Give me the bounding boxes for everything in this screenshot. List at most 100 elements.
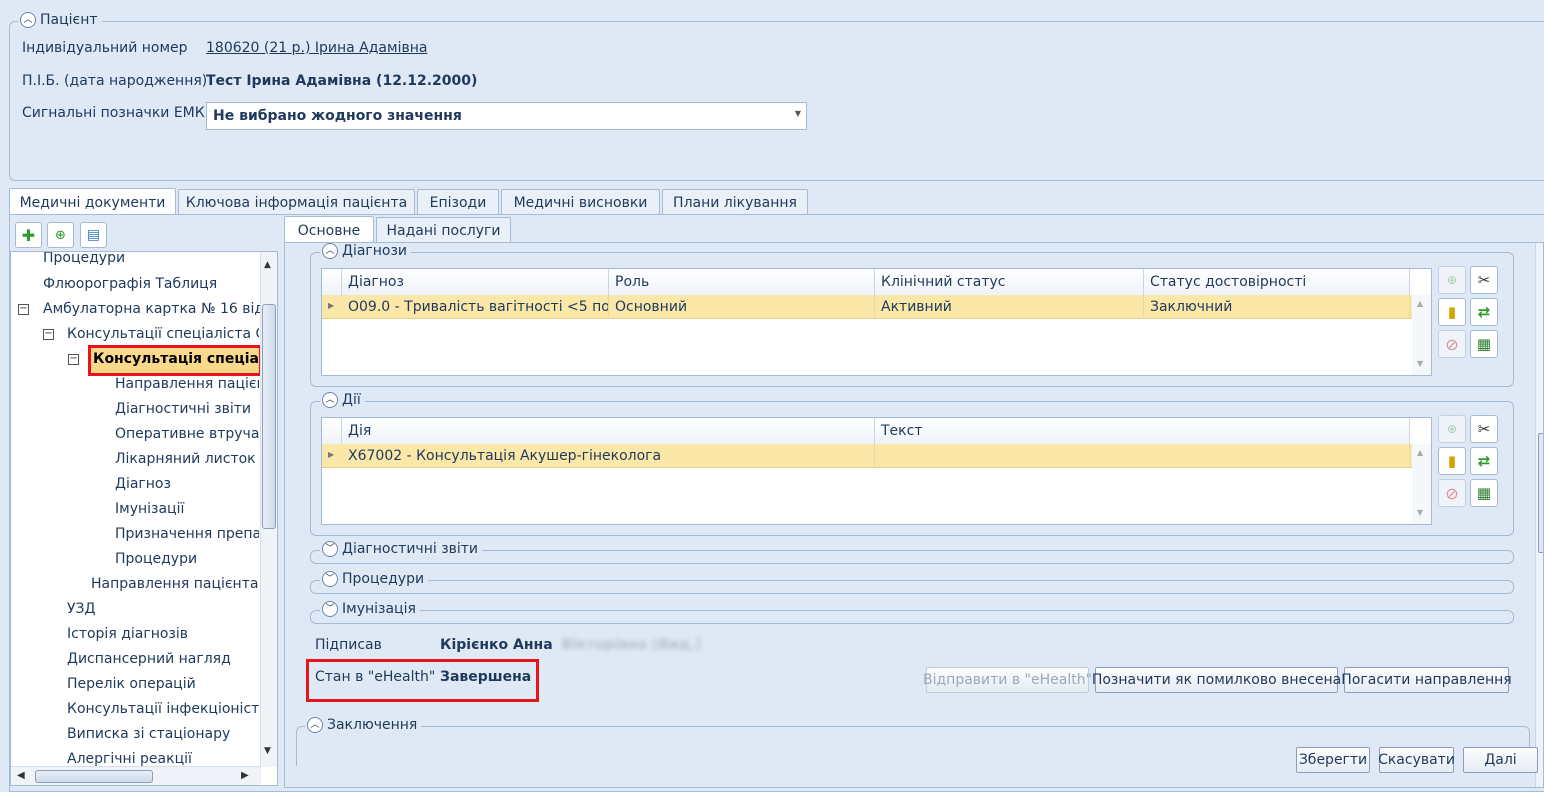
patient-group-header[interactable]: ︿ Пацієнт: [18, 12, 102, 28]
spreadsheet-icon[interactable]: ▦: [1470, 479, 1498, 507]
diagnoses-group-header[interactable]: ︿ Діагнози: [320, 243, 412, 259]
cancel-referral-button[interactable]: Погасити направлення: [1341, 667, 1512, 693]
tab-medical-conclusions[interactable]: Медичні висновки: [501, 189, 660, 215]
tab-treatment-plans[interactable]: Плани лікування: [662, 189, 808, 215]
link-icon[interactable]: ⇄: [1470, 447, 1498, 475]
cancel-button[interactable]: Скасувати: [1378, 747, 1455, 773]
table-scrollbar[interactable]: ▲ ▼: [1412, 444, 1431, 524]
book-icon[interactable]: ▮: [1438, 298, 1466, 326]
signals-dropdown[interactable]: Не вибрано жодного значення ▼: [206, 102, 807, 130]
column-header[interactable]: Дія: [342, 418, 875, 444]
tree-item[interactable]: Імунізації: [115, 501, 259, 517]
column-header[interactable]: Статус достовірності: [1144, 269, 1410, 295]
tree-item[interactable]: Диспансерний нагляд: [67, 651, 259, 667]
tab-services[interactable]: Надані послуги: [376, 217, 511, 243]
tree-item[interactable]: Алергічні реакції: [67, 751, 259, 767]
collapse-icon: ︿: [322, 243, 338, 259]
tree-item[interactable]: Перелік операцій: [67, 676, 259, 692]
header-spacer: [322, 269, 342, 295]
tree-item[interactable]: Амбулаторна картка № 16 від 1: [43, 301, 261, 317]
tree-vertical-scrollbar[interactable]: ▲ ▼: [260, 252, 277, 767]
expand-icon: ﹀: [322, 541, 338, 557]
delete-icon[interactable]: ⊘: [1438, 330, 1466, 358]
tree-item[interactable]: Діагностичні звіти: [115, 401, 259, 417]
procedures-header[interactable]: ﹀ Процедури: [320, 571, 429, 587]
add-action-icon[interactable]: ⊕: [1438, 415, 1466, 443]
add-diagnosis-icon[interactable]: ⊕: [1438, 266, 1466, 294]
tab-main[interactable]: Основне: [284, 216, 374, 244]
column-header[interactable]: Клінічний статус: [875, 269, 1144, 295]
column-header[interactable]: Діагноз: [342, 269, 609, 295]
delete-icon[interactable]: ⊘: [1438, 479, 1466, 507]
scroll-up-arrow[interactable]: ▲: [264, 260, 271, 270]
tree-item[interactable]: Оперативне втручання: [115, 426, 259, 442]
actions-group-header[interactable]: ︿ Дії: [320, 392, 365, 408]
add-document-icon[interactable]: ✚: [15, 222, 42, 248]
expand-icon: ﹀: [322, 601, 338, 617]
tree-item[interactable]: Процедури: [115, 551, 259, 567]
patient-id-link[interactable]: 180620 (21 р.) Ірина Адамівна: [206, 40, 427, 56]
table-cell: Заключний: [1144, 295, 1410, 319]
table-scrollbar[interactable]: ▲ ▼: [1412, 295, 1431, 375]
patient-name-value: Тест Ірина Адамівна (12.12.2000): [206, 73, 478, 89]
add-record-icon[interactable]: ▤: [80, 222, 107, 248]
tree-item[interactable]: Призначення препаратів: [115, 526, 259, 542]
scroll-left-arrow[interactable]: ◀: [17, 770, 25, 781]
tools-icon[interactable]: ✂: [1470, 415, 1498, 443]
book-icon[interactable]: ▮: [1438, 447, 1466, 475]
link-icon[interactable]: ⇄: [1470, 298, 1498, 326]
tree-item[interactable]: Процедури: [43, 252, 263, 266]
scroll-right-arrow[interactable]: ▶: [241, 770, 249, 781]
scroll-thumb-horizontal[interactable]: [35, 770, 153, 783]
tab-key-info[interactable]: Ключова інформація пацієнта: [178, 189, 415, 215]
save-button[interactable]: Зберегти: [1296, 747, 1370, 773]
content-vertical-scrollbar[interactable]: [1535, 243, 1543, 787]
tab-episodes[interactable]: Епізоди: [417, 189, 499, 215]
expand-icon: ﹀: [322, 571, 338, 587]
next-button[interactable]: Далі: [1463, 747, 1538, 773]
tree-item[interactable]: УЗД: [67, 601, 259, 617]
actions-title: Дії: [342, 392, 361, 408]
spreadsheet-icon[interactable]: ▦: [1470, 330, 1498, 358]
table-row[interactable]: ▶ Х67002 - Консультація Акушер-гінеколог…: [322, 444, 1412, 468]
ehealth-status-label: Стан в "eHealth": [315, 669, 436, 685]
tab-medical-documents[interactable]: Медичні документи: [9, 188, 176, 216]
conclusion-header[interactable]: ︿ Заключення: [305, 717, 422, 733]
send-to-ehealth-button[interactable]: Відправити в "eHealth": [923, 667, 1092, 693]
table-cell: Х67002 - Консультація Акушер-гінеколога: [342, 444, 875, 468]
table-cell: О09.0 - Тривалість вагітності <5 по...: [342, 295, 609, 319]
tree-item[interactable]: Виписка зі стаціонару: [67, 726, 259, 742]
diagnoses-table: Діагноз Роль Клінічний статус Статус дос…: [321, 268, 1432, 376]
tree-item[interactable]: Лікарняний листок: [115, 451, 259, 467]
tree-item[interactable]: Історія діагнозів: [67, 626, 259, 642]
column-header[interactable]: Текст: [875, 418, 1410, 444]
selected-tree-item[interactable]: Консультація спеціаліста: [88, 345, 262, 376]
table-row[interactable]: ▶ О09.0 - Тривалість вагітності <5 по...…: [322, 295, 1412, 319]
signed-value: Кірієнко Анна Вікторівна (Вид.): [440, 637, 702, 653]
tree-item[interactable]: Флюорографія Таблиця: [43, 276, 263, 292]
tree-item[interactable]: Діагноз: [115, 476, 259, 492]
diagnostic-reports-header[interactable]: ﹀ Діагностичні звіти: [320, 541, 483, 557]
column-header[interactable]: Роль: [609, 269, 875, 295]
tree-item[interactable]: Направлення пацієнта: [115, 376, 259, 392]
immunization-header[interactable]: ﹀ Імунізація: [320, 601, 420, 617]
content-scroll-thumb[interactable]: [1538, 433, 1543, 553]
table-cell: Основний: [609, 295, 875, 319]
patient-name-label: П.І.Б. (дата народження): [22, 73, 208, 89]
tree-item[interactable]: Направлення пацієнта н: [91, 576, 259, 592]
collapse-node-icon[interactable]: −: [43, 329, 54, 340]
add-attachment-icon[interactable]: ⊕: [47, 222, 74, 248]
scroll-down-arrow[interactable]: ▼: [264, 746, 271, 756]
tree-item[interactable]: Консультації інфекціоніста: [67, 701, 259, 717]
tree-item[interactable]: Консультації спеціаліста СМ: [67, 326, 259, 342]
mark-as-error-button[interactable]: Позначити як помилково внесена: [1092, 667, 1341, 693]
collapse-node-icon[interactable]: −: [68, 354, 79, 365]
tree-horizontal-scrollbar[interactable]: ◀ ▶: [11, 766, 261, 785]
signals-label: Сигнальні позначки ЕМК: [22, 105, 205, 121]
scroll-thumb[interactable]: [262, 304, 276, 529]
ehealth-status-value: Завершена: [440, 669, 532, 685]
tools-icon[interactable]: ✂: [1470, 266, 1498, 294]
collapse-node-icon[interactable]: −: [18, 304, 29, 315]
procedures-title: Процедури: [342, 571, 425, 587]
row-indicator-icon: ▶: [328, 450, 335, 459]
